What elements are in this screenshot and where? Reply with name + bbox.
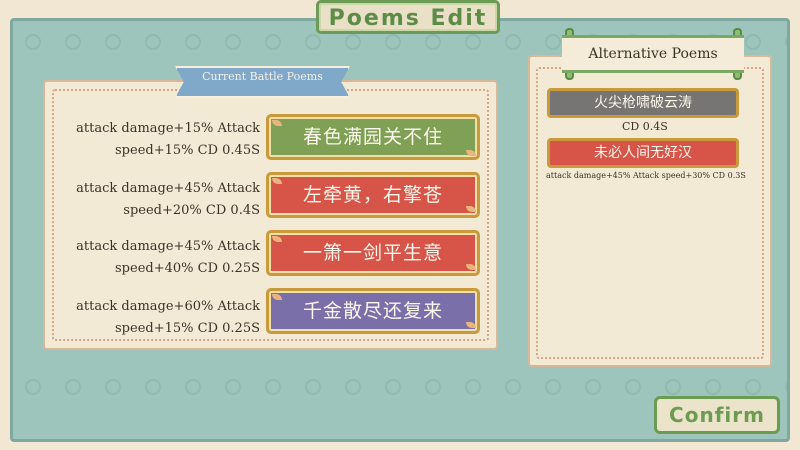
poem-stat-1: attack damage+15% Attack speed+15% CD 0.…: [76, 121, 260, 158]
current-battle-poems-label: Current Battle Poems: [175, 66, 350, 98]
poem-card-4[interactable]: 千金散尽还复来: [266, 288, 480, 334]
wave-pattern-bottom: [13, 376, 787, 398]
alt-poem-card-1[interactable]: 火尖枪啸破云涛: [547, 88, 739, 118]
alt-poem-stat-2: attack damage+45% Attack speed+30% CD 0.…: [546, 171, 746, 180]
poem-card-1[interactable]: 春色满园关不住: [266, 114, 480, 160]
game-frame: Poems Edit Current Battle Poems attack d…: [0, 0, 800, 450]
poem-stat-3: attack damage+45% Attack speed+40% CD 0.…: [76, 239, 260, 276]
alternative-poems-label: Alternative Poems: [562, 35, 744, 73]
poem-stat-4: attack damage+60% Attack speed+15% CD 0.…: [76, 299, 260, 336]
poem-card-3[interactable]: 一箫一剑平生意: [266, 230, 480, 276]
alt-poem-card-2[interactable]: 未必人间无好汉: [547, 138, 739, 168]
poem-card-2[interactable]: 左牵黄，右擎苍: [266, 172, 480, 218]
page-title: Poems Edit: [316, 0, 500, 34]
alt-poem-stat-1: CD 0.4S: [622, 120, 668, 133]
confirm-button[interactable]: Confirm: [654, 396, 780, 434]
poem-stat-2: attack damage+45% Attack speed+20% CD 0.…: [76, 181, 260, 218]
